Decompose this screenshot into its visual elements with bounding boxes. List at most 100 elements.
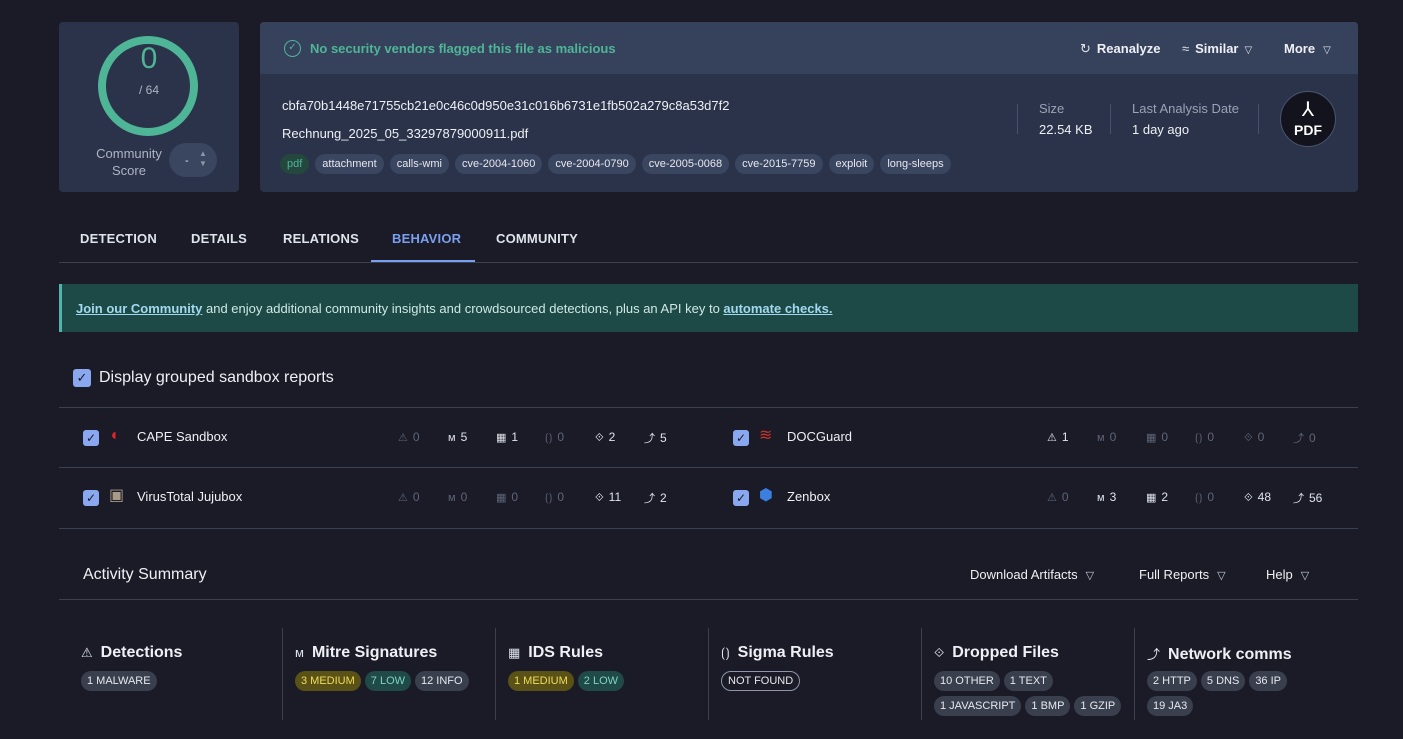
stat-value: 0 xyxy=(511,490,519,504)
summary-pill[interactable]: 1 MALWARE xyxy=(81,671,157,691)
tab-behavior[interactable]: BEHAVIOR xyxy=(392,231,461,246)
summary-pill[interactable]: 10 OTHER xyxy=(934,671,1000,691)
file-tag[interactable]: long-sleeps xyxy=(880,154,951,174)
sandbox-stat: ▦ 0 xyxy=(496,490,518,504)
summary-pill[interactable]: 7 LOW xyxy=(364,671,412,691)
sandbox-stat: ▦ 1 xyxy=(496,430,518,444)
network-icon: ⤴ xyxy=(644,433,655,445)
activity-column-title[interactable]: ᴍ Mitre Signatures xyxy=(295,644,437,662)
tab-community[interactable]: COMMUNITY xyxy=(496,231,578,246)
sandbox-logo-icon: ◖ xyxy=(109,427,119,444)
summary-pill[interactable]: 3 MEDIUM xyxy=(295,671,361,691)
column-title-text: Mitre Signatures xyxy=(311,644,438,661)
sandbox-name[interactable]: CAPE Sandbox xyxy=(137,429,227,444)
pill-row: 10 OTHER 1 TEXT xyxy=(934,671,1053,691)
sandbox-stat: ⚠ 0 xyxy=(1047,490,1069,504)
summary-pill[interactable]: 19 JA3 xyxy=(1147,696,1194,716)
pill-row: 1 JAVASCRIPT 1 BMP 1 GZIP xyxy=(934,696,1122,716)
file-tag[interactable]: attachment xyxy=(315,154,384,174)
community-vote-control[interactable]: - ▲ ▼ xyxy=(169,143,217,177)
chevron-down-icon: ▽ xyxy=(1300,570,1310,582)
summary-pill[interactable]: 1 BMP xyxy=(1025,696,1071,716)
download-artifacts-menu[interactable]: Download Artifacts ▽ xyxy=(970,567,1094,582)
column-title-text: Dropped Files xyxy=(952,644,1059,661)
stat-value: 0 xyxy=(1061,490,1069,504)
help-menu[interactable]: Help ▽ xyxy=(1266,567,1309,582)
join-community-link[interactable]: Join our Community xyxy=(76,301,202,316)
summary-pill[interactable]: 2 HTTP xyxy=(1147,671,1197,691)
activity-column-title[interactable]: ▦ IDS Rules xyxy=(508,644,603,662)
summary-pill[interactable]: 12 INFO xyxy=(415,671,469,691)
divider xyxy=(1017,104,1018,134)
more-button[interactable]: More ▽ xyxy=(1284,41,1331,56)
pill-row: 3 MEDIUM 7 LOW 12 INFO xyxy=(295,671,469,691)
summary-pill[interactable]: 1 MEDIUM xyxy=(508,671,574,691)
network-icon: ⤴ xyxy=(1293,433,1304,445)
sandbox-checkbox[interactable]: ✓ xyxy=(83,490,99,506)
file-tag[interactable]: cve-2004-1060 xyxy=(454,154,543,174)
chevron-down-icon: ▽ xyxy=(1244,45,1253,56)
sandbox-name[interactable]: Zenbox xyxy=(787,489,830,504)
community-score-card: 0 / 64 Community Score - ▲ ▼ xyxy=(59,22,239,192)
sandbox-stat: ⚠ 1 xyxy=(1047,430,1069,444)
summary-pill[interactable]: NOT FOUND xyxy=(721,671,801,691)
sandbox-name[interactable]: DOCGuard xyxy=(787,429,852,444)
summary-pill[interactable]: 2 LOW xyxy=(577,671,625,691)
pill-row: 19 JA3 xyxy=(1147,696,1194,716)
sandbox-checkbox[interactable]: ✓ xyxy=(733,430,749,446)
activity-column-title[interactable]: ⤴ Network comms xyxy=(1147,644,1292,664)
sandbox-stat: ᴍ0 xyxy=(1097,430,1116,444)
sandbox-stat: ⟮⟯ 0 xyxy=(1195,490,1214,505)
file-name: Rechnung_2025_05_33297879000911.pdf xyxy=(282,126,529,141)
tab-details[interactable]: DETAILS xyxy=(191,231,247,246)
community-score-label: Community Score xyxy=(96,146,162,178)
community-banner: Join our Community and enjoy additional … xyxy=(59,284,1358,332)
sandbox-stat: ⟐ 11 xyxy=(595,490,621,505)
column-divider xyxy=(708,628,709,720)
ids-icon: ▦ xyxy=(496,432,507,444)
activity-column-title[interactable]: ⚠ Detections xyxy=(81,644,182,662)
summary-pill[interactable]: 1 TEXT xyxy=(1003,671,1053,691)
sandbox-stat: ᴍ3 xyxy=(1097,490,1116,504)
stat-value: 56 xyxy=(1309,491,1323,505)
mitre-icon: ᴍ xyxy=(295,645,304,660)
file-tag[interactable]: calls-wmi xyxy=(389,154,449,174)
reanalyze-button[interactable]: ↻ Reanalyze xyxy=(1080,41,1161,57)
stat-value: 0 xyxy=(1207,490,1215,504)
file-tag[interactable]: cve-2004-0790 xyxy=(548,154,636,174)
tab-detection[interactable]: DETECTION xyxy=(80,231,157,246)
activity-column-title[interactable]: ⟮⟯ Sigma Rules xyxy=(721,644,834,662)
file-tag[interactable]: pdf xyxy=(280,154,310,174)
sigma-icon: ⟮⟯ xyxy=(545,492,553,504)
sandbox-checkbox[interactable]: ✓ xyxy=(733,490,749,506)
activity-column: ⤴ Network comms 2 HTTP 5 DNS 36 IP 19 JA3 xyxy=(1147,628,1347,720)
column-title-text: IDS Rules xyxy=(528,644,603,661)
summary-pill[interactable]: 1 GZIP xyxy=(1074,696,1122,716)
pill-row: 1 MEDIUM 2 LOW xyxy=(508,671,625,691)
sandbox-name[interactable]: VirusTotal Jujubox xyxy=(137,489,242,504)
warning-icon: ⚠ xyxy=(81,645,93,660)
similar-button[interactable]: ≈ Similar ▽ xyxy=(1182,41,1252,56)
stat-value: 0 xyxy=(1257,430,1265,444)
automate-checks-link[interactable]: automate checks. xyxy=(723,301,832,316)
full-reports-label: Full Reports xyxy=(1139,567,1210,582)
sandbox-checkbox[interactable]: ✓ xyxy=(83,430,99,446)
file-tag[interactable]: cve-2005-0068 xyxy=(641,154,730,174)
vote-arrows-icon[interactable]: ▲ ▼ xyxy=(199,149,207,169)
file-tag[interactable]: exploit xyxy=(828,154,875,174)
grouped-reports-checkbox[interactable]: ✓ xyxy=(73,369,91,387)
tab-relations[interactable]: RELATIONS xyxy=(283,231,359,246)
file-hash[interactable]: cbfa70b1448e71755cb21e0c46c0d950e31c016b… xyxy=(282,98,729,113)
mitre-icon: ᴍ xyxy=(1097,492,1105,504)
stat-value: 0 xyxy=(1207,430,1215,444)
summary-pill[interactable]: 5 DNS xyxy=(1200,671,1246,691)
summary-pill[interactable]: 1 JAVASCRIPT xyxy=(934,696,1022,716)
detections-icon: ⚠ xyxy=(398,492,408,504)
sandbox-logo-icon: ▣ xyxy=(109,487,125,504)
file-tag[interactable]: cve-2015-7759 xyxy=(735,154,823,174)
file-info-card: ✓ No security vendors flagged this file … xyxy=(260,22,1358,192)
dropped-files-icon: ⟐ xyxy=(595,492,604,504)
full-reports-menu[interactable]: Full Reports ▽ xyxy=(1139,567,1226,582)
activity-column-title[interactable]: ⟐ Dropped Files xyxy=(934,644,1059,662)
summary-pill[interactable]: 36 IP xyxy=(1249,671,1287,691)
